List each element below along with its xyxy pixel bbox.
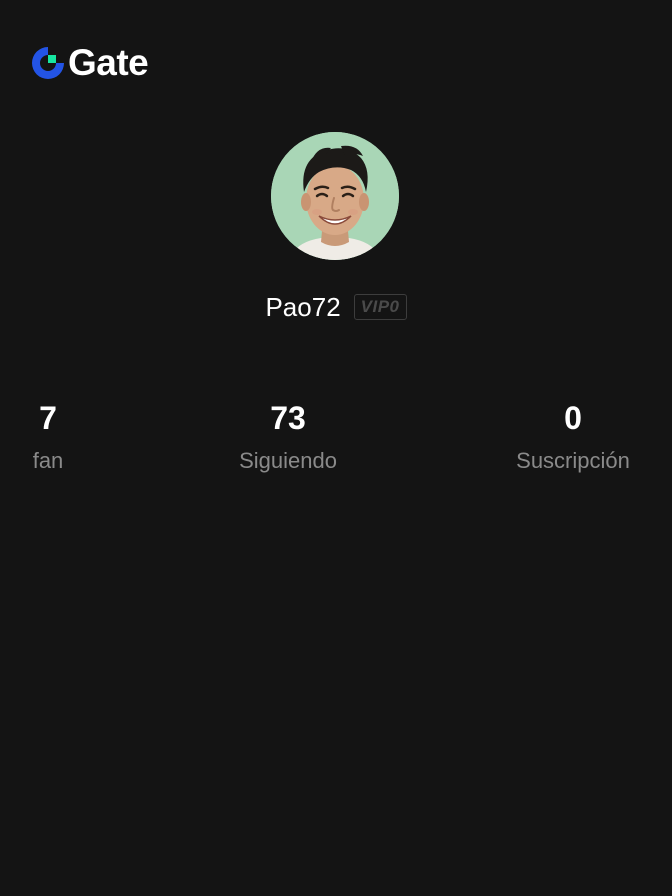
stat-fans-label: fan xyxy=(32,448,64,473)
stat-fans[interactable]: 7 fan xyxy=(33,398,64,476)
avatar[interactable] xyxy=(271,132,399,260)
user-avatar-photo xyxy=(271,132,399,260)
profile-name-row: Pao72 VIP0 xyxy=(0,290,672,324)
stat-subscriptions-value: 0 xyxy=(564,400,582,436)
stat-subscriptions[interactable]: 0 Suscripción xyxy=(516,398,630,476)
stat-following[interactable]: 73 Siguiendo xyxy=(239,398,337,476)
stat-following-label: Siguiendo xyxy=(239,448,337,473)
stat-following-value: 73 xyxy=(270,400,306,436)
stat-fans-value: 7 xyxy=(39,400,57,436)
vip-badge[interactable]: VIP0 xyxy=(353,294,407,320)
gate-logo[interactable]: Gate xyxy=(31,42,149,83)
gate-logo-icon xyxy=(32,47,64,79)
username: Pao72 xyxy=(265,292,341,322)
gate-logo-wordmark: Gate xyxy=(68,42,149,83)
stat-subscriptions-label: Suscripción xyxy=(516,448,630,473)
